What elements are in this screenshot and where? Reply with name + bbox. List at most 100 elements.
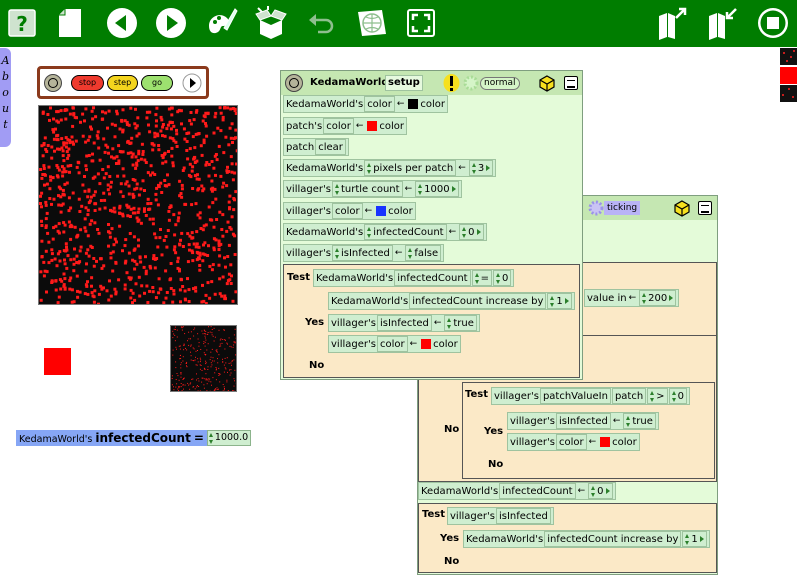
increase-count-tile[interactable]: KedamaWorld's infectedCount increase by 1	[328, 292, 575, 310]
color-swatch[interactable]	[600, 437, 611, 447]
globe-icon	[358, 10, 386, 36]
paint-button[interactable]	[204, 5, 240, 41]
exclamation-icon[interactable]	[442, 73, 461, 93]
undo-button[interactable]	[303, 5, 339, 41]
patch-color-tile[interactable]: patch's color ← color	[283, 117, 407, 135]
go-button[interactable]: go	[141, 75, 173, 91]
script-menu-icon[interactable]	[564, 76, 578, 90]
up-down-arrows-icon	[671, 390, 677, 402]
step-button[interactable]: step	[107, 75, 138, 91]
up-down-arrows-icon	[367, 226, 372, 238]
cube-menu-icon[interactable]	[673, 199, 691, 217]
kedama-world[interactable]	[38, 105, 238, 305]
test-label: Test	[287, 272, 311, 283]
pixels-per-patch-tile[interactable]: KedamaWorld's pixels per patch ← 3	[283, 159, 497, 177]
red-square-thumbnail[interactable]	[780, 67, 797, 84]
infected-count-watcher[interactable]: KedamaWorld's infectedCount = 1000.0	[16, 430, 252, 446]
up-down-arrows-icon	[550, 295, 555, 307]
watcher-value[interactable]: 1000.0	[206, 430, 252, 446]
is-infected-assign-tile[interactable]: villager's isInfected ← false	[283, 244, 445, 262]
infected-count-test-tile[interactable]: KedamaWorld's infectedCount = 0	[313, 269, 515, 287]
color-swatch[interactable]	[367, 121, 378, 131]
full-screen-icon	[407, 9, 435, 37]
patch-clear-tile[interactable]: patch clear	[283, 138, 349, 156]
up-down-arrows-icon	[495, 272, 501, 284]
test-label: Test	[465, 389, 489, 400]
color-swatch[interactable]	[408, 99, 419, 109]
set-infected-tile[interactable]: villager's isInfected ← true	[328, 314, 480, 332]
up-down-arrows-icon	[474, 272, 480, 284]
next-page-button[interactable]	[153, 5, 189, 41]
test-label: Test	[422, 509, 446, 520]
stop-circle-icon	[758, 8, 788, 38]
watcher-label: KedamaWorld's infectedCount =	[16, 430, 207, 446]
svg-text:?: ?	[16, 12, 28, 36]
help-icon: ?	[8, 9, 36, 37]
up-down-arrows-icon	[626, 415, 631, 427]
stop-button[interactable]: stop	[71, 75, 104, 91]
script-name[interactable]: setup	[385, 75, 423, 91]
find-project-button[interactable]	[704, 5, 740, 41]
new-project-button[interactable]	[52, 5, 88, 41]
about-letter: A	[1, 54, 10, 67]
infected-count-assign-tile[interactable]: KedamaWorld's infectedCount ← 0	[283, 223, 487, 241]
up-down-arrows-icon	[591, 485, 596, 497]
up-down-arrows-icon	[462, 226, 467, 238]
about-letter: b	[1, 70, 10, 83]
up-down-arrows-icon	[642, 292, 647, 304]
script-menu-icon[interactable]	[698, 201, 712, 215]
set-color-tile[interactable]: villager's color ← color	[328, 335, 461, 353]
open-box-icon	[255, 6, 287, 39]
world-thumbnail-2[interactable]	[780, 85, 797, 102]
color-swatch[interactable]	[421, 339, 432, 349]
inner-test-box: Test villager's patchValueIn patch >0 Yes v…	[462, 382, 715, 479]
supplies-button[interactable]	[253, 5, 289, 41]
help-button[interactable]: ?	[4, 5, 40, 41]
up-down-arrows-icon	[334, 183, 340, 195]
about-letter: o	[2, 86, 9, 99]
no-label: No	[309, 360, 325, 371]
up-down-arrows-icon	[367, 162, 372, 174]
increase-count-tile[interactable]: KedamaWorld's infectedCount increase by 1	[463, 530, 710, 548]
up-down-arrows-icon	[208, 432, 214, 444]
patch-sketch[interactable]	[170, 325, 237, 392]
yes-label: Yes	[440, 533, 460, 544]
ticking-mode-label[interactable]: ticking	[604, 201, 641, 215]
setup-script[interactable]: KedamaWorld setup normal KedamaWorld's co…	[280, 70, 583, 380]
script-owner: KedamaWorld	[310, 77, 389, 88]
patch-value-assign-tile[interactable]: value in ← 200	[584, 289, 680, 307]
world-thumbnail-1[interactable]	[780, 48, 797, 65]
up-down-arrows-icon	[685, 533, 690, 545]
about-letter: t	[3, 118, 8, 131]
cube-menu-icon[interactable]	[538, 74, 556, 92]
previous-page-button[interactable]	[104, 5, 140, 41]
stop-step-go-panel: stop step go	[37, 66, 209, 99]
up-down-arrows-icon	[447, 317, 452, 329]
no-label: No	[444, 424, 460, 435]
gear-icon[interactable]	[462, 74, 480, 92]
set-color-tile[interactable]: villager's color ← color	[507, 433, 640, 451]
gear-icon[interactable]	[587, 199, 605, 217]
panel-menu-button[interactable]	[44, 74, 62, 92]
no-label: No	[488, 459, 504, 470]
up-down-arrows-icon	[418, 183, 423, 195]
set-infected-tile[interactable]: villager's isInfected ← true	[507, 412, 659, 430]
red-square-sketch[interactable]	[44, 348, 71, 375]
toolbar: ?	[0, 0, 797, 47]
patch-value-test-tile[interactable]: villager's patchValueIn patch >0	[491, 387, 690, 405]
play-triangle-icon[interactable]	[182, 73, 202, 93]
full-screen-button[interactable]	[403, 5, 439, 41]
villager-color-tile[interactable]: villager's color ← color	[283, 202, 416, 220]
world-color-tile[interactable]: KedamaWorld's color ← color	[283, 95, 448, 113]
script-menu-button[interactable]	[285, 74, 303, 92]
run-mode-label[interactable]: normal	[480, 77, 520, 90]
stop-activity-button[interactable]	[755, 5, 791, 41]
book-out-icon	[659, 7, 687, 40]
color-swatch[interactable]	[376, 206, 387, 216]
publish-button[interactable]	[654, 5, 690, 41]
about-flap[interactable]: A b o u t	[0, 48, 11, 147]
turtle-count-tile[interactable]: villager's turtle count ← 1000	[283, 180, 462, 198]
is-infected-test-tile[interactable]: villager's isInfected	[447, 507, 554, 525]
language-button[interactable]	[354, 5, 390, 41]
reset-count-tile[interactable]: KedamaWorld's infectedCount ← 0	[418, 482, 616, 500]
